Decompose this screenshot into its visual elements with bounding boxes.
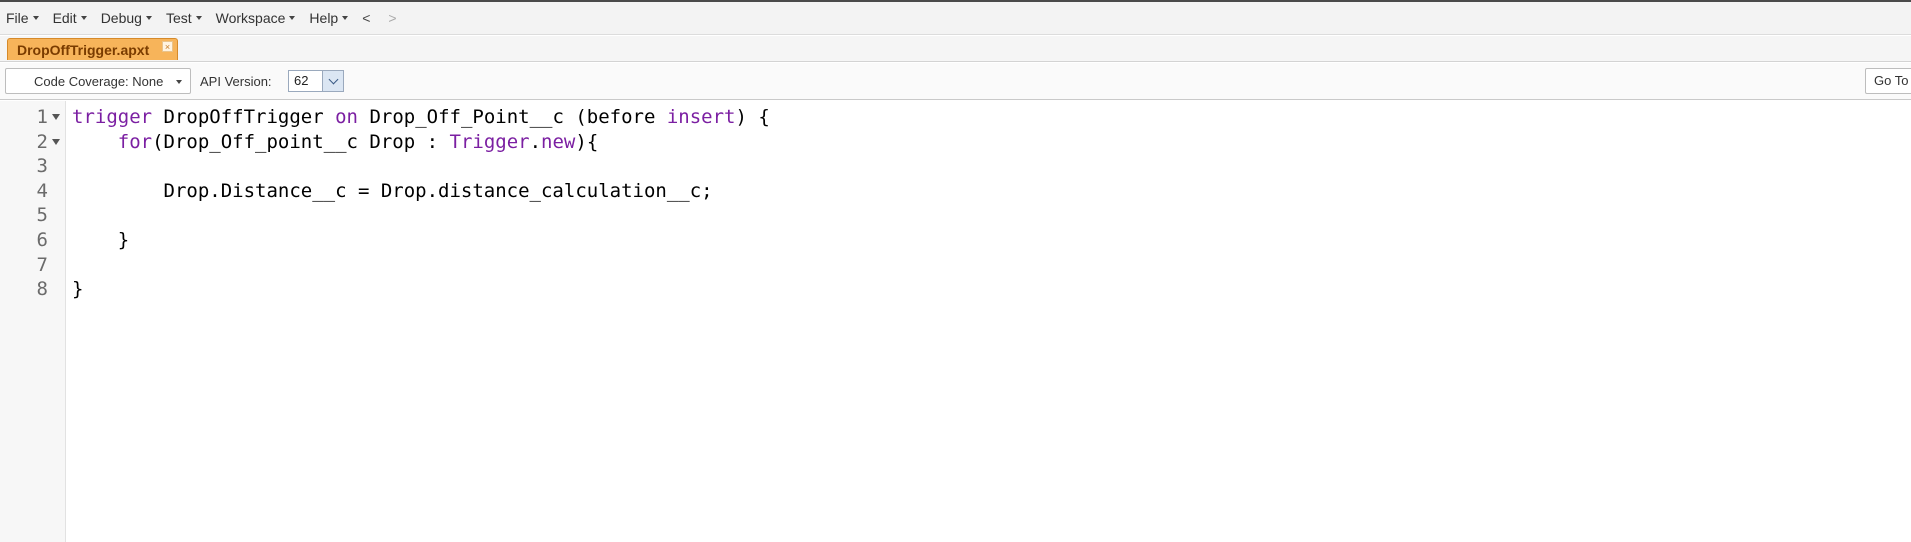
tab-dropofftrigger[interactable]: DropOffTrigger.apxt ×	[7, 38, 178, 60]
code-token: }	[72, 229, 130, 251]
menu-workspace[interactable]: Workspace	[216, 10, 296, 26]
api-version-dropdown-button[interactable]	[322, 71, 343, 91]
api-version-value: 62	[294, 73, 309, 88]
code-token: ) {	[735, 106, 770, 128]
back-button[interactable]: <	[362, 10, 370, 26]
code-token: (Drop_Off_point__c Drop :	[152, 130, 450, 153]
code-line[interactable]: 8}	[0, 274, 1911, 304]
code-token: Drop_Off_Point__c (before	[358, 106, 667, 128]
api-version-select[interactable]: 62	[288, 70, 344, 92]
go-to-button[interactable]: Go To	[1865, 68, 1911, 94]
chevron-down-icon	[145, 16, 152, 20]
chevron-down-icon	[32, 16, 39, 20]
menu-help[interactable]: Help	[309, 10, 349, 26]
chevron-down-icon	[80, 16, 87, 20]
code-editor[interactable]: 1 trigger DropOffTrigger on Drop_Off_Poin…	[0, 101, 1911, 542]
code-token: ){	[575, 130, 599, 153]
api-version-label: API Version:	[200, 74, 272, 89]
menu-debug-label: Debug	[100, 10, 142, 26]
code-keyword: new	[541, 130, 576, 153]
code-token: Drop.Distance__c = Drop.distance_calcula…	[72, 179, 713, 202]
chevron-down-icon	[289, 16, 296, 20]
menu-help-label: Help	[309, 10, 339, 26]
menu-test-label: Test	[165, 10, 192, 26]
chevron-down-icon	[328, 74, 338, 85]
code-keyword: for	[117, 130, 153, 153]
forward-button[interactable]: >	[388, 10, 396, 26]
chevron-down-icon	[342, 16, 349, 20]
menu-file-label: File	[6, 10, 29, 26]
fold-toggle-icon[interactable]	[52, 138, 60, 145]
code-keyword: Trigger	[449, 130, 530, 153]
code-token: .	[529, 130, 542, 153]
menu-file[interactable]: File	[6, 10, 39, 26]
code-keyword: trigger	[72, 106, 153, 128]
menu-debug[interactable]: Debug	[101, 10, 152, 26]
code-coverage-label: Code Coverage: None	[34, 73, 164, 89]
menu-test[interactable]: Test	[166, 10, 202, 26]
menu-bar: File Edit Debug Test Workspace Help < >	[0, 2, 1911, 35]
code-keyword: on	[335, 106, 358, 128]
editor-toolbar: Code Coverage: None API Version: 62 Go T…	[0, 63, 1911, 100]
code-text: }	[72, 274, 83, 304]
chevron-down-icon	[195, 16, 202, 20]
chevron-down-icon	[176, 80, 182, 84]
menu-edit[interactable]: Edit	[53, 10, 87, 26]
line-number: 8	[36, 278, 48, 301]
code-coverage-dropdown[interactable]: Code Coverage: None	[5, 68, 191, 94]
code-keyword: insert	[666, 106, 736, 128]
code-token: }	[72, 278, 84, 301]
tab-label: DropOffTrigger.apxt	[17, 41, 150, 58]
code-token: DropOffTrigger	[152, 106, 336, 128]
fold-toggle-icon[interactable]	[52, 114, 60, 120]
menu-edit-label: Edit	[52, 10, 77, 26]
menu-workspace-label: Workspace	[215, 10, 286, 26]
editor-tab-bar: DropOffTrigger.apxt ×	[0, 36, 1911, 62]
close-icon[interactable]: ×	[162, 41, 173, 52]
